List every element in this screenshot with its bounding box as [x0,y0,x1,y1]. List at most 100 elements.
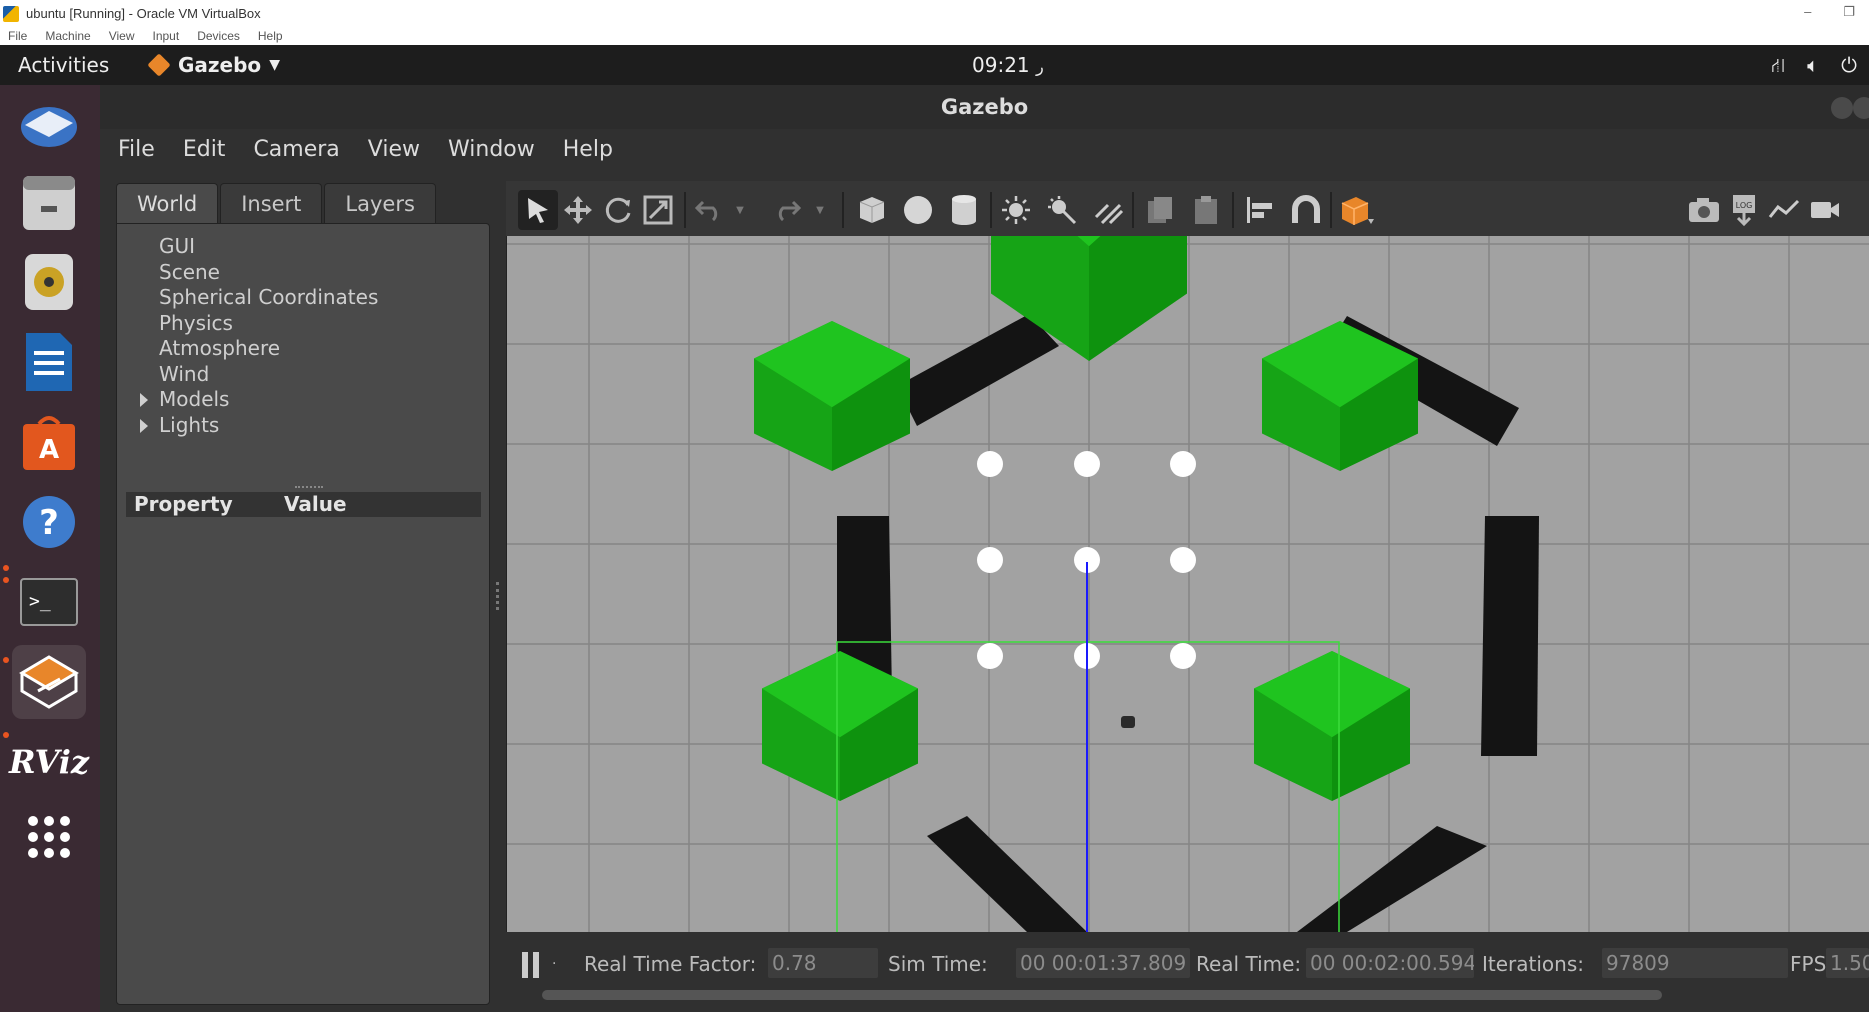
gazebo-titlebar: Gazebo [100,85,1869,129]
redo-icon[interactable] [766,190,806,230]
menu-view[interactable]: View [368,137,420,162]
marker-dot [1170,643,1196,669]
gazebo-icon[interactable] [12,645,86,719]
restore-icon[interactable]: ❐ [1843,4,1855,20]
app-menu-button[interactable]: Gazebo ▼ [147,53,280,77]
world-tree: GUI Scene Spherical Coordinates Physics … [139,234,378,439]
panel-splitter-handle[interactable] [295,486,323,490]
rviz-label: RViz [8,743,90,781]
tab-world[interactable]: World [116,183,219,223]
view-angle-icon[interactable] [1338,190,1378,230]
real-time-value: 00 00:02:00.594 [1306,948,1474,978]
real-time-label: Real Time: [1196,952,1302,976]
undo-dropdown-icon[interactable]: ▼ [728,190,752,230]
clock[interactable]: 09:21 ر [972,53,1044,77]
vbox-menu-help[interactable]: Help [258,29,283,43]
rotate-mode-icon[interactable] [598,190,638,230]
rviz-icon[interactable]: RViz [8,725,90,799]
tree-item-scene[interactable]: Scene [159,260,378,286]
vbox-menu-input[interactable]: Input [153,29,180,43]
3d-viewport[interactable] [507,236,1869,932]
marker-dot [1170,451,1196,477]
tree-item-wind[interactable]: Wind [159,362,378,388]
vbox-titlebar: ubuntu [Running] - Oracle VM VirtualBox … [0,0,1869,27]
undo-icon[interactable] [690,190,730,230]
tree-item-physics[interactable]: Physics [159,311,378,337]
cylinder-shape-icon[interactable] [944,190,984,230]
terminal-icon[interactable]: >_ [12,565,86,639]
menu-help[interactable]: Help [563,137,613,162]
tree-item-models[interactable]: Models [139,387,378,413]
world-panel: GUI Scene Spherical Coordinates Physics … [116,223,490,1005]
real-time-factor-label: Real Time Factor: [584,952,757,976]
maximize-window-icon[interactable] [1853,97,1869,119]
show-apps-icon[interactable] [12,800,86,874]
gazebo-toolbar: ▼ ▼ LOG [506,181,1869,236]
fps-value: 1.50 [1826,948,1869,978]
rhythmbox-icon[interactable] [12,245,86,319]
vbox-menu-machine[interactable]: Machine [45,29,90,43]
minimize-window-icon[interactable] [1831,97,1853,119]
plot-icon[interactable] [1764,190,1804,230]
vbox-window-title: ubuntu [Running] - Oracle VM VirtualBox [26,6,261,21]
svg-text:LOG: LOG [1736,201,1753,210]
sim-time-value: 00 00:01:37.809 [1016,948,1190,978]
system-tray[interactable]: ⛙ 🔈︎ ⏻ [1771,53,1857,80]
directional-light-icon[interactable] [1088,190,1128,230]
video-record-icon[interactable] [1804,190,1844,230]
pause-icon[interactable] [522,952,542,978]
help-icon[interactable]: ? [12,485,86,559]
property-table-header: Property Value [126,492,481,517]
app-menu-label: Gazebo [178,53,262,77]
minimize-icon[interactable]: – [1804,4,1811,20]
horizontal-scrollbar[interactable] [542,990,1662,1000]
menu-edit[interactable]: Edit [183,137,226,162]
log-data-icon[interactable]: LOG [1724,190,1764,230]
sim-time-label: Sim Time: [888,952,988,976]
scale-mode-icon[interactable] [638,190,678,230]
marker-dot [977,451,1003,477]
tab-layers[interactable]: Layers [324,183,436,223]
copy-icon[interactable] [1140,190,1180,230]
tab-insert[interactable]: Insert [220,183,323,223]
sphere-shape-icon[interactable] [898,190,938,230]
tree-item-atmosphere[interactable]: Atmosphere [159,336,378,362]
volume-icon[interactable]: 🔈︎ [1807,53,1819,80]
vbox-menu-view[interactable]: View [109,29,135,43]
tree-item-lights[interactable]: Lights [139,413,378,439]
activities-button[interactable]: Activities [18,53,109,77]
files-icon[interactable] [12,165,86,239]
box-shape-icon[interactable] [852,190,892,230]
align-icon[interactable] [1240,190,1280,230]
tree-item-gui[interactable]: GUI [159,234,378,260]
gazebo-menubar: File Edit Camera View Window Help [100,129,1869,169]
menu-window[interactable]: Window [448,137,535,162]
arm-top-left [897,314,1059,426]
screenshot-camera-icon[interactable] [1684,190,1724,230]
thunderbird-icon[interactable] [12,85,86,159]
network-icon[interactable]: ⛙ [1771,53,1785,80]
vbox-menu-file[interactable]: File [8,29,27,43]
left-panel-resize-handle[interactable] [496,582,499,610]
ubuntu-topbar: Activities Gazebo ▼ 09:21 ر ⛙ 🔈︎ ⏻ [0,45,1869,85]
paste-icon[interactable] [1186,190,1226,230]
redo-dropdown-icon[interactable]: ▼ [808,190,832,230]
vbox-menu-devices[interactable]: Devices [197,29,240,43]
writer-icon[interactable] [12,325,86,399]
spot-light-icon[interactable] [1042,190,1082,230]
menu-file[interactable]: File [118,137,155,162]
marker-dot [1074,451,1100,477]
left-panel-tabs: World Insert Layers [116,183,438,223]
software-center-icon[interactable]: A [12,405,86,479]
arm-bottom-right [1297,826,1487,932]
snap-magnet-icon[interactable] [1286,190,1326,230]
power-icon[interactable]: ⏻ [1841,53,1857,80]
translate-mode-icon[interactable] [558,190,598,230]
scene-canvas[interactable] [507,236,1869,932]
select-mode-icon[interactable] [518,190,558,230]
point-light-icon[interactable] [996,190,1036,230]
arm-bottom-left [927,816,1087,932]
tree-item-spherical-coordinates[interactable]: Spherical Coordinates [159,285,378,311]
menu-camera[interactable]: Camera [253,137,339,162]
hex-node-top-side-face [1089,236,1187,361]
